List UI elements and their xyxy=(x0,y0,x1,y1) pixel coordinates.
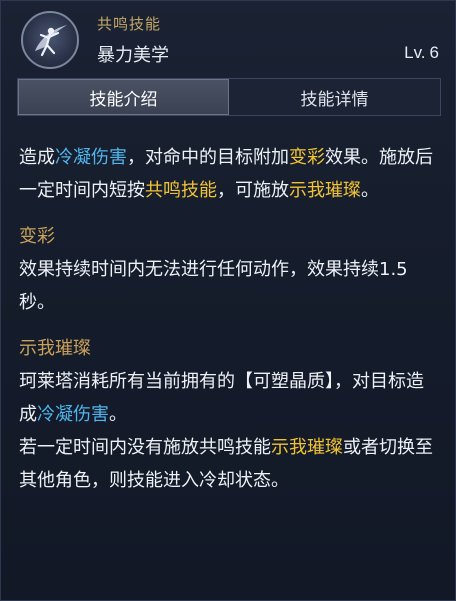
show-brilliance-keyword: 示我璀璨 xyxy=(271,437,343,458)
desc-text: 若一定时间内没有施放共鸣技能 xyxy=(19,437,271,458)
skill-panel: 共鸣技能 暴力美学 Lv. 6 技能介绍 技能详情 造成冷凝伤害，对命中的目标附加… xyxy=(0,0,456,601)
description-paragraph: 造成冷凝伤害，对命中的目标附加变彩效果。施放后一定时间内短按共鸣技能，可施放示我… xyxy=(19,141,439,207)
section-title-iridescence: 变彩 xyxy=(19,226,55,247)
frost-damage-keyword: 冷凝伤害 xyxy=(37,404,109,425)
iridescence-keyword: 变彩 xyxy=(289,147,325,168)
skill-header: 共鸣技能 暴力美学 Lv. 6 xyxy=(1,1,455,77)
tab-skill-details[interactable]: 技能详情 xyxy=(229,79,440,115)
tab-bar: 技能介绍 技能详情 xyxy=(17,78,441,116)
level-prefix: Lv. xyxy=(404,43,426,62)
desc-text: 。 xyxy=(109,404,127,425)
frost-damage-keyword: 冷凝伤害 xyxy=(55,147,127,168)
section-text-line1: 珂莱塔消耗所有当前拥有的【可塑晶质】，对目标造成冷凝伤害。 xyxy=(19,365,439,431)
desc-text: 造成 xyxy=(19,147,55,168)
desc-text: ，可施放 xyxy=(217,180,289,201)
section-text-line2: 若一定时间内没有施放共鸣技能示我璀璨或者切换至其他角色，则技能进入冷却状态。 xyxy=(19,431,439,497)
skill-name: 暴力美学 xyxy=(97,45,169,66)
skill-description: 造成冷凝伤害，对命中的目标附加变彩效果。施放后一定时间内短按共鸣技能，可施放示我… xyxy=(19,141,439,497)
skill-level: Lv. 6 xyxy=(404,43,439,63)
section-text-iridescence: 效果持续时间内无法进行任何动作，效果持续1.5秒。 xyxy=(19,259,408,313)
show-brilliance-keyword: 示我璀璨 xyxy=(289,180,361,201)
desc-text: 。 xyxy=(361,180,379,201)
dancer-silhouette-icon xyxy=(21,11,79,69)
level-value: 6 xyxy=(429,43,439,62)
skill-category: 共鸣技能 xyxy=(97,15,162,33)
section-title-show-brilliance: 示我璀璨 xyxy=(19,338,91,359)
resonance-skill-keyword: 共鸣技能 xyxy=(145,180,217,201)
desc-text: ，对命中的目标附加 xyxy=(127,147,289,168)
tab-skill-intro[interactable]: 技能介绍 xyxy=(18,79,229,115)
